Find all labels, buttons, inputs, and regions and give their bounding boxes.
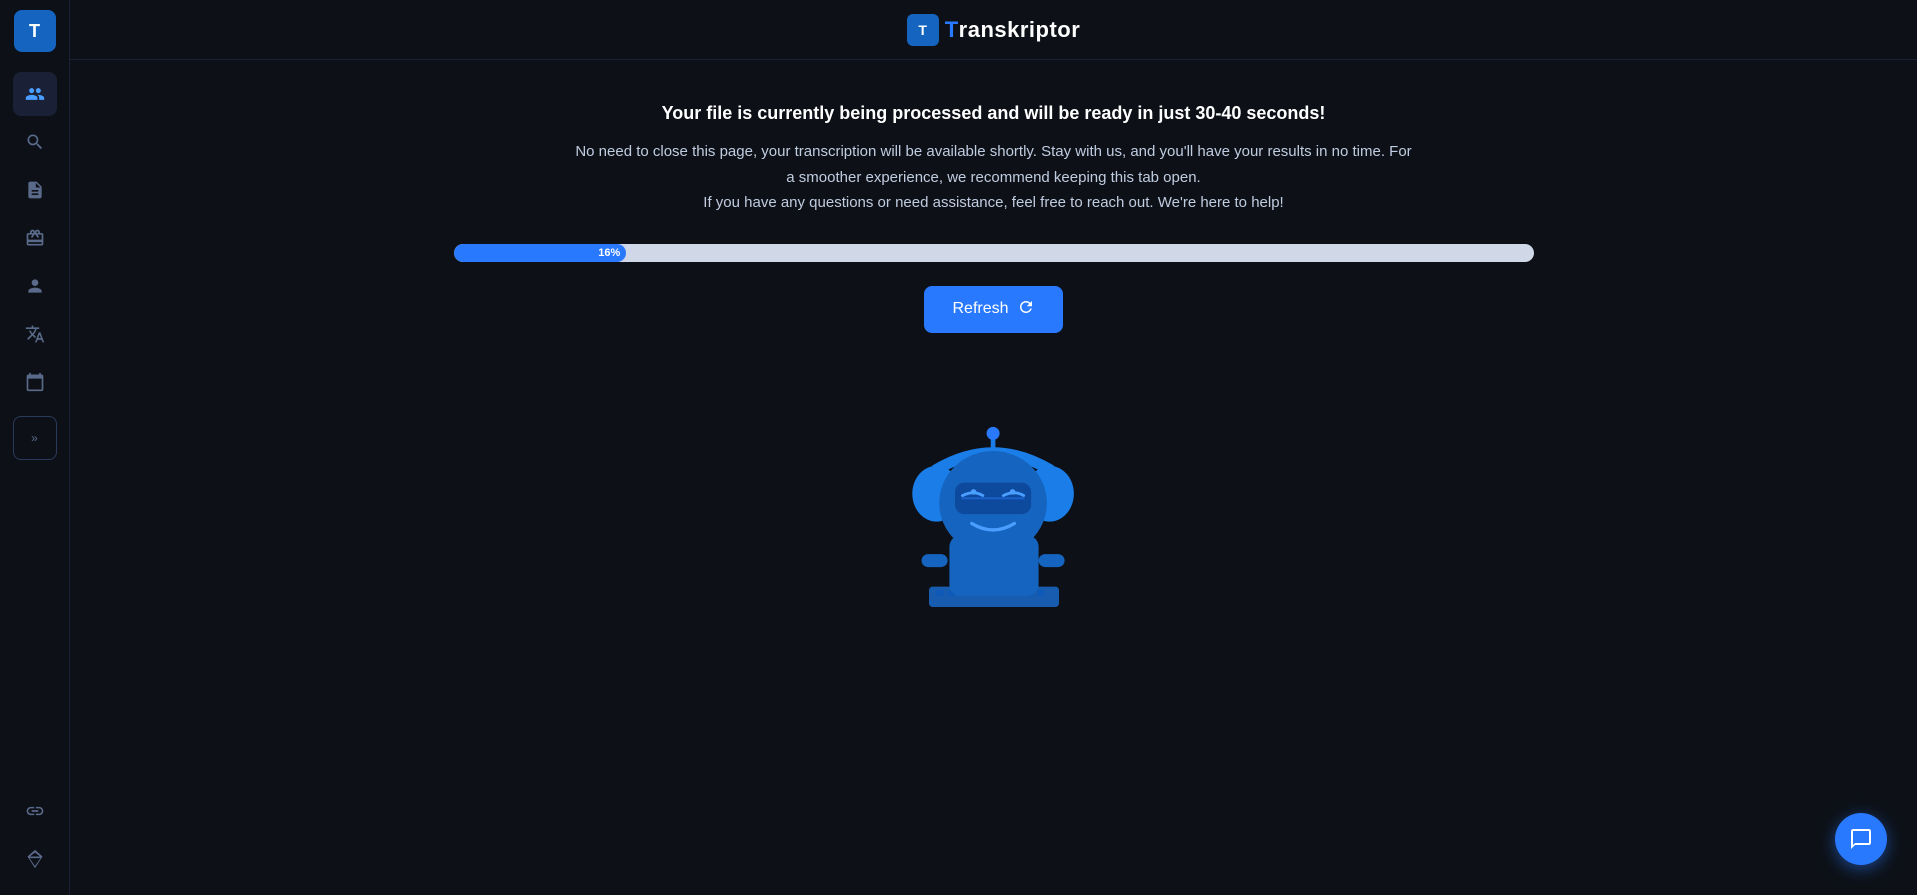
sidebar-item-link[interactable] (13, 789, 57, 833)
refresh-button[interactable]: Refresh (924, 286, 1062, 333)
progress-container: 16% (454, 244, 1534, 262)
robot-svg (864, 373, 1124, 633)
search-icon (25, 132, 45, 152)
app-logo[interactable]: T (14, 10, 56, 52)
progress-bar-fill: 16% (454, 244, 627, 262)
chat-button[interactable] (1835, 813, 1887, 865)
robot-mascot (864, 373, 1124, 633)
refresh-icon (1017, 298, 1035, 321)
sidebar-expand-button[interactable]: » (13, 416, 57, 460)
link-icon (25, 801, 45, 821)
sidebar-item-user[interactable] (13, 264, 57, 308)
calendar-icon (25, 372, 45, 392)
sidebar-item-gift[interactable] (13, 216, 57, 260)
team-icon (25, 84, 45, 104)
sidebar-item-team[interactable] (13, 72, 57, 116)
sidebar-item-calendar[interactable] (13, 360, 57, 404)
processing-headline: Your file is currently being processed a… (662, 100, 1326, 127)
translate-icon (25, 324, 45, 344)
sidebar-item-translate[interactable] (13, 312, 57, 356)
refresh-label: Refresh (952, 300, 1008, 318)
gift-icon (25, 228, 45, 248)
progress-bar-background: 16% (454, 244, 1534, 262)
main-content: T Transkriptor Your file is currently be… (70, 0, 1917, 895)
topbar: T Transkriptor (70, 0, 1917, 60)
sidebar-item-gem[interactable] (13, 837, 57, 881)
logo-area: T Transkriptor (907, 14, 1081, 46)
sidebar-item-documents[interactable] (13, 168, 57, 212)
app-title: Transkriptor (945, 17, 1081, 43)
user-icon (25, 276, 45, 296)
processing-subtext: No need to close this page, your transcr… (575, 139, 1411, 216)
document-icon (25, 180, 45, 200)
sidebar: T » (0, 0, 70, 895)
logo-icon: T (907, 14, 939, 46)
chat-icon (1849, 827, 1873, 851)
expand-icon: » (31, 431, 38, 445)
processing-content: Your file is currently being processed a… (70, 60, 1917, 895)
progress-percent-label: 16% (598, 247, 620, 259)
sidebar-item-search[interactable] (13, 120, 57, 164)
gem-icon (25, 849, 45, 869)
